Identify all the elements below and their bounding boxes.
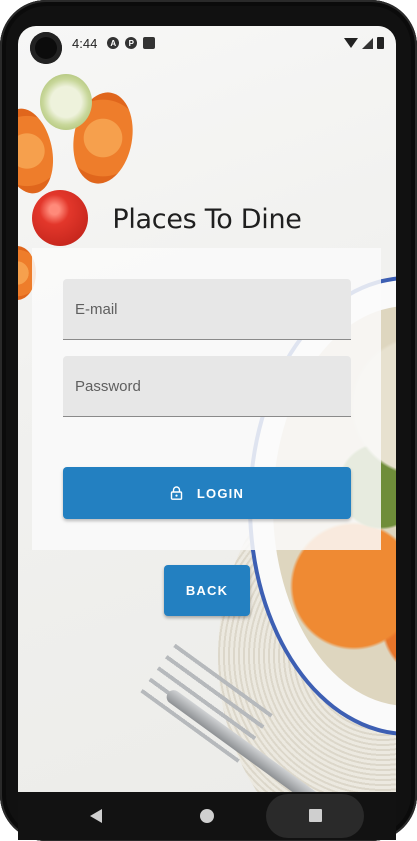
page-title: Places To Dine xyxy=(112,204,302,235)
p-icon: P xyxy=(125,37,138,49)
system-nav-bar xyxy=(18,792,396,840)
email-input[interactable] xyxy=(63,279,351,339)
nav-back-icon[interactable] xyxy=(90,809,102,823)
email-field[interactable] xyxy=(63,279,351,340)
battery-icon xyxy=(377,37,384,49)
signal-icon xyxy=(362,37,373,49)
app-screen: 4:44 A P Places To Dine LOGIN BACK xyxy=(18,26,396,792)
wifi-icon xyxy=(344,38,358,48)
sd-card-icon xyxy=(143,37,156,49)
cauliflower-image xyxy=(40,74,92,130)
login-button-label: LOGIN xyxy=(196,485,245,501)
status-bar: 4:44 A P xyxy=(18,26,396,60)
a-icon: A xyxy=(107,37,120,49)
lock-icon xyxy=(170,486,183,500)
nav-recents-icon[interactable] xyxy=(309,809,322,822)
back-button[interactable]: BACK xyxy=(164,565,250,616)
status-right-icons xyxy=(344,37,384,49)
password-field[interactable] xyxy=(63,356,351,417)
status-time: 4:44 xyxy=(72,35,98,51)
login-button[interactable]: LOGIN xyxy=(63,467,351,519)
login-card: LOGIN xyxy=(32,248,381,550)
nav-home-icon[interactable] xyxy=(200,809,214,823)
password-input[interactable] xyxy=(63,356,351,416)
